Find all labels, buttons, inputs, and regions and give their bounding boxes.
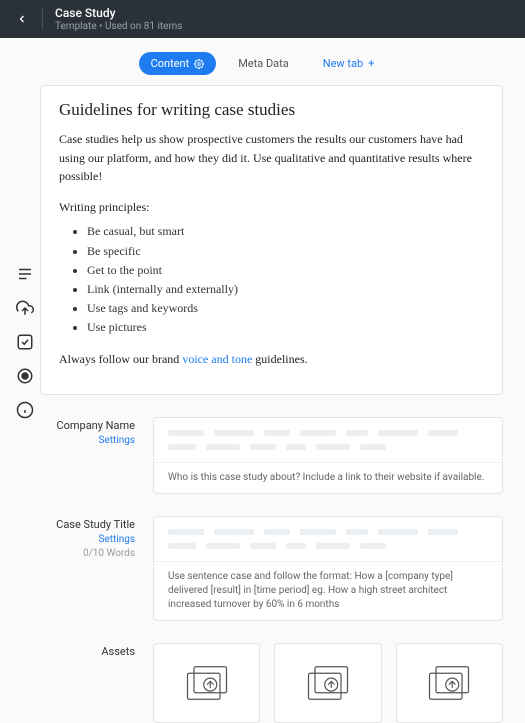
checkbox-icon[interactable] — [16, 333, 34, 351]
principle-item: Use tags and keywords — [87, 299, 484, 318]
guidelines-heading: Guidelines for writing case studies — [59, 100, 484, 120]
plus-icon: + — [368, 57, 374, 70]
app-header: Case Study Template • Used on 81 items — [0, 0, 525, 38]
title-help-text: Use sentence case and follow the format:… — [154, 561, 502, 620]
info-icon[interactable] — [16, 401, 34, 419]
principles-title: Writing principles: — [59, 198, 484, 217]
principles-list: Be casual, but smart Be specific Get to … — [87, 222, 484, 337]
divider — [42, 8, 43, 30]
tab-content[interactable]: Content — [139, 52, 217, 75]
guidelines-intro: Case studies help us show prospective cu… — [59, 130, 484, 186]
upload-illustration-icon — [181, 659, 233, 707]
tabs-bar: Content Meta Data New tab + — [0, 38, 525, 85]
upload-illustration-icon — [302, 659, 354, 707]
asset-upload-tile[interactable] — [153, 643, 260, 723]
cloud-upload-icon[interactable] — [16, 299, 34, 317]
principle-item: Be specific — [87, 242, 484, 261]
left-rail — [0, 85, 40, 723]
company-name-label: Company Name — [40, 419, 135, 432]
back-button[interactable] — [10, 7, 34, 31]
voice-tone-link[interactable]: voice and tone — [182, 352, 252, 366]
company-settings-link[interactable]: Settings — [40, 435, 135, 446]
principle-item: Be casual, but smart — [87, 222, 484, 241]
page-title: Case Study — [55, 6, 182, 22]
title-input[interactable]: Use sentence case and follow the format:… — [153, 516, 503, 621]
content-column: Guidelines for writing case studies Case… — [40, 85, 525, 723]
upload-illustration-icon — [423, 659, 475, 707]
title-settings-link[interactable]: Settings — [40, 534, 135, 545]
field-company-name: Company Name Settings Who is this case s… — [40, 417, 503, 494]
company-name-input[interactable]: Who is this case study about? Include a … — [153, 417, 503, 494]
guidelines-footer: Always follow our brand voice and tone g… — [59, 350, 484, 369]
field-case-study-title: Case Study Title Settings 0/10 Words Use… — [40, 516, 503, 621]
header-titles: Case Study Template • Used on 81 items — [55, 6, 182, 33]
guidelines-box: Guidelines for writing case studies Case… — [40, 85, 503, 395]
asset-upload-tile[interactable] — [274, 643, 381, 723]
assets-label: Assets — [40, 645, 135, 658]
tab-new[interactable]: New tab + — [311, 52, 387, 75]
page-subtitle: Template • Used on 81 items — [55, 21, 182, 32]
radio-icon[interactable] — [16, 367, 34, 385]
asset-upload-tile[interactable] — [396, 643, 503, 723]
principle-item: Link (internally and externally) — [87, 280, 484, 299]
text-field-icon[interactable] — [16, 265, 34, 283]
tab-meta-data[interactable]: Meta Data — [226, 52, 301, 75]
principle-item: Get to the point — [87, 261, 484, 280]
title-word-counter: 0/10 Words — [40, 548, 135, 559]
company-help-text: Who is this case study about? Include a … — [154, 462, 502, 493]
field-assets: Assets — [40, 643, 503, 723]
principle-item: Use pictures — [87, 318, 484, 337]
